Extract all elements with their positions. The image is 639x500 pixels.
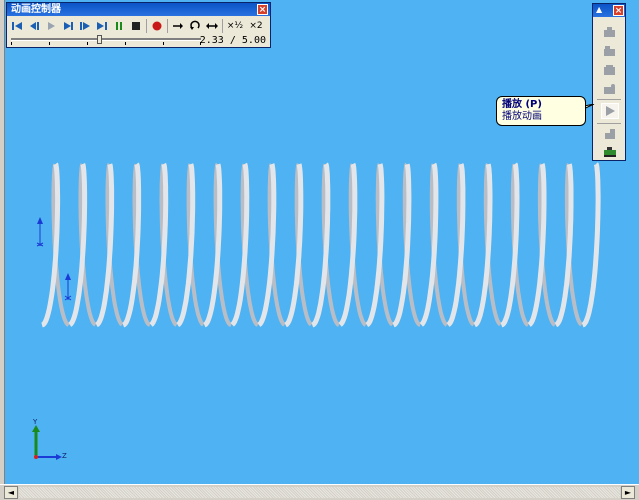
origin-marker-2 [64,273,72,301]
toolbar-menu-icon[interactable]: ▲ [596,5,602,14]
playback-normal-button[interactable] [170,18,186,34]
animation-tools-toolbar[interactable]: ▲ × [592,3,626,161]
animation-tools-titlebar[interactable]: ▲ × [593,4,625,17]
stop-button[interactable] [128,18,144,34]
step-back-icon [30,22,39,30]
spring-front-wire [41,162,601,328]
left-panel-edge[interactable] [0,0,5,484]
camera-button-1[interactable] [601,24,619,40]
save-animation-button[interactable] [601,144,619,160]
camera-button-2[interactable] [601,43,619,59]
camera-icon-2 [604,46,615,56]
play-animation-icon [606,106,615,116]
half-speed-icon: ×½ [226,21,244,31]
rewind-start-button[interactable] [9,18,25,34]
play-animation-button[interactable] [601,103,619,119]
stop-icon [132,22,140,30]
animation-tools-close-button[interactable]: × [613,5,624,16]
animation-controller-close-button[interactable]: × [257,4,268,15]
tooltip-description: 播放动画 [502,111,542,122]
animation-controller-title: 动画控制器 [11,4,61,15]
play-button[interactable] [60,18,76,34]
half-speed-button[interactable]: ×½ [225,18,245,34]
graphics-viewport[interactable]: Y Z [0,0,639,484]
tooltip-title: 播放 (P) [502,99,542,110]
animation-time-readout: 2.33 / 5.00 [200,35,266,46]
time-separator: / [229,35,236,46]
physical-simulation-button[interactable] [601,126,619,142]
tooltip: 播放 (P) 播放动画 [496,96,586,126]
physical-simulation-icon [605,129,615,139]
time-total: 5.00 [241,35,266,46]
step-forward-button[interactable] [77,18,93,34]
play-back-button[interactable] [43,18,59,34]
slider-thumb[interactable] [97,35,102,44]
pause-button[interactable] [111,18,127,34]
loop-button[interactable] [187,18,203,34]
reciprocate-button[interactable] [204,18,220,34]
animation-controller-titlebar[interactable]: 动画控制器 × [7,3,270,16]
forward-end-icon [97,22,107,30]
camera-icon [604,27,615,37]
double-speed-button[interactable]: ×2 [246,18,266,34]
play-icon [64,22,73,30]
play-back-icon [48,22,55,30]
rewind-start-icon [12,22,22,30]
double-speed-icon: ×2 [249,21,263,31]
step-back-button[interactable] [26,18,42,34]
spring-model[interactable] [0,0,639,484]
camera-button-4[interactable] [601,81,619,97]
forward-end-button[interactable] [94,18,110,34]
scroll-left-button[interactable]: ◄ [4,486,18,499]
record-icon [152,21,162,31]
save-animation-icon [604,147,616,157]
step-forward-icon [80,22,90,30]
animation-time-slider[interactable] [11,35,201,45]
camera-icon-3 [604,65,615,75]
camera-button-3[interactable] [601,62,619,78]
playback-normal-icon [173,23,183,29]
horizontal-scrollbar[interactable]: ◄ ► [0,484,639,500]
triad-z-label: Z [62,452,67,460]
record-button[interactable] [149,18,165,34]
camera-icon-4 [604,84,615,94]
origin-marker-1 [36,217,44,247]
triad-y-label: Y [33,418,38,426]
time-current: 2.33 [199,35,224,46]
loop-icon [190,20,200,30]
pause-icon [116,22,122,30]
scroll-right-button[interactable]: ► [621,486,635,499]
animation-controller[interactable]: 动画控制器 × ×½ ×2 2.33 / 5.00 [6,2,271,48]
scrollbar-track[interactable] [19,487,620,498]
coordinate-triad [32,425,62,460]
reciprocate-icon [206,23,218,29]
